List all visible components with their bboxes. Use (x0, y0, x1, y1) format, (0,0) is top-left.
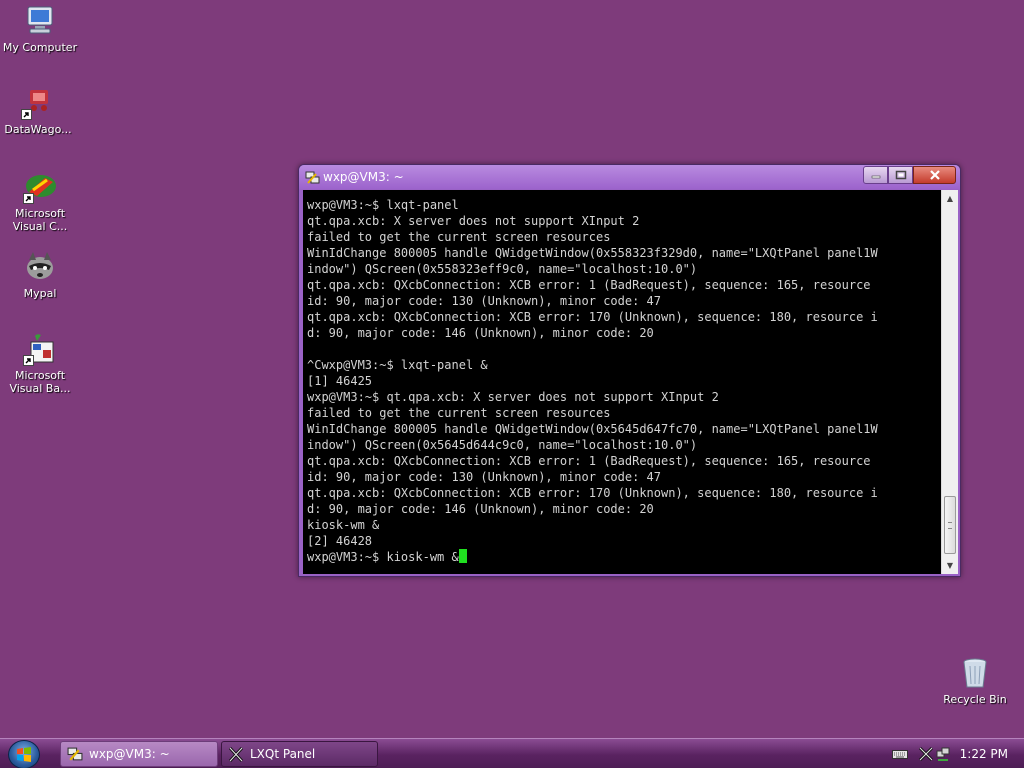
terminal-line: ^Cwxp@VM3:~$ lxqt-panel & (307, 358, 488, 372)
terminal-line: wxp@VM3:~$ lxqt-panel (307, 198, 459, 212)
close-icon (929, 170, 940, 180)
minimize-icon (871, 175, 880, 179)
desktop-icon-visual-basic[interactable]: Microsoft Visual Ba... (0, 332, 82, 395)
taskbar-button-label: LXQt Panel (250, 747, 316, 761)
x-window-icon (228, 746, 244, 762)
desktop-icon-label: DataWago... (4, 123, 72, 136)
window-titlebar[interactable]: wxp@VM3: ~ (299, 165, 960, 189)
taskbar-button-lxqt-panel[interactable]: LXQt Panel (221, 741, 378, 767)
desktop-icon-datawagon[interactable]: DataWago... (0, 86, 80, 136)
terminal-line: indow") QScreen(0x558323eff9c0, name="lo… (307, 262, 698, 276)
vertical-scrollbar[interactable]: ▲ ▼ (941, 190, 958, 574)
desktop-icon-visual-c[interactable]: Microsoft Visual C... (0, 170, 82, 233)
terminal-line: qt.qpa.xcb: QXcbConnection: XCB error: 1… (307, 486, 878, 500)
desktop-icon-recycle-bin[interactable]: Recycle Bin (933, 656, 1017, 706)
start-button[interactable] (8, 740, 40, 768)
scroll-up-button[interactable]: ▲ (942, 190, 958, 207)
visual-basic-icon (23, 332, 57, 366)
terminal-line: qt.qpa.xcb: QXcbConnection: XCB error: 1… (307, 454, 871, 468)
terminal-line: WinIdChange 800005 handle QWidgetWindow(… (307, 422, 878, 436)
window-title: wxp@VM3: ~ (323, 170, 404, 184)
maximize-icon (895, 170, 906, 180)
putty-icon (67, 747, 83, 762)
shortcut-arrow-icon (23, 193, 34, 204)
terminal-line: indow") QScreen(0x5645d644c9c0, name="lo… (307, 438, 698, 452)
terminal-window[interactable]: wxp@VM3: ~ wxp@VM3:~$ lxqt-panel qt.qpa.… (298, 164, 961, 577)
terminal-line: WinIdChange 800005 handle QWidgetWindow(… (307, 246, 878, 260)
scrollbar-thumb[interactable] (944, 496, 956, 554)
desktop-icon-label: Microsoft Visual C... (12, 207, 68, 233)
network-icon[interactable] (936, 747, 950, 761)
grip-icon (948, 522, 952, 529)
datawagon-icon (21, 86, 55, 120)
clock[interactable]: 1:22 PM (960, 747, 1008, 761)
shortcut-arrow-icon (21, 109, 32, 120)
close-button[interactable] (913, 166, 956, 184)
desktop-icon-label: Microsoft Visual Ba... (9, 369, 71, 395)
terminal-prompt-line[interactable]: wxp@VM3:~$ kiosk-wm & (307, 549, 938, 565)
scroll-up-arrow-icon: ▲ (946, 194, 954, 203)
putty-icon (305, 170, 320, 184)
terminal-line: id: 90, major code: 130 (Unknown), minor… (307, 470, 662, 484)
terminal-line: failed to get the current screen resourc… (307, 406, 611, 420)
terminal-line: wxp@VM3:~$ qt.qpa.xcb: X server does not… (307, 390, 719, 404)
desktop-icon-mypal[interactable]: Mypal (0, 250, 82, 300)
terminal-line: [2] 46428 (307, 534, 373, 548)
desktop-icon-label: My Computer (2, 41, 78, 54)
minimize-button[interactable] (863, 166, 888, 184)
caption-buttons (863, 166, 956, 184)
terminal-line: [1] 46425 (307, 374, 373, 388)
maximize-button[interactable] (888, 166, 913, 184)
terminal-line: qt.qpa.xcb: QXcbConnection: XCB error: 1… (307, 278, 871, 292)
shortcut-arrow-icon (23, 355, 34, 366)
desktop-icon-label: Recycle Bin (943, 693, 1007, 706)
terminal-prompt-text: wxp@VM3:~$ kiosk-wm & (307, 550, 459, 564)
system-tray: 1:22 PM (891, 739, 1024, 768)
visual-c-icon (23, 170, 57, 204)
terminal-line: d: 90, major code: 146 (Unknown), minor … (307, 326, 654, 340)
scroll-down-button[interactable]: ▼ (942, 557, 958, 574)
terminal-line: qt.qpa.xcb: QXcbConnection: XCB error: 1… (307, 310, 878, 324)
taskbar: wxp@VM3: ~ LXQt Panel 1:22 PM (0, 738, 1024, 768)
terminal-cursor (458, 549, 467, 563)
scroll-down-arrow-icon: ▼ (946, 561, 954, 570)
desktop-icon-my-computer[interactable]: My Computer (0, 4, 82, 54)
terminal-line: id: 90, major code: 130 (Unknown), minor… (307, 294, 662, 308)
terminal-output[interactable]: wxp@VM3:~$ lxqt-panel qt.qpa.xcb: X serv… (303, 190, 941, 574)
terminal-line: kiosk-wm & (307, 518, 380, 532)
x-server-icon[interactable] (918, 746, 934, 762)
computer-icon (23, 4, 57, 38)
recycle-bin-icon (958, 656, 992, 690)
terminal-line: qt.qpa.xcb: X server does not support XI… (307, 214, 640, 228)
taskbar-button-label: wxp@VM3: ~ (89, 747, 170, 761)
windows-logo-icon (17, 746, 31, 762)
mypal-icon (23, 250, 57, 284)
terminal-line: d: 90, major code: 146 (Unknown), minor … (307, 502, 654, 516)
desktop-icon-label: Mypal (23, 287, 57, 300)
terminal-line: failed to get the current screen resourc… (307, 230, 611, 244)
keyboard-icon[interactable] (891, 748, 908, 760)
taskbar-button-terminal[interactable]: wxp@VM3: ~ (60, 741, 218, 767)
